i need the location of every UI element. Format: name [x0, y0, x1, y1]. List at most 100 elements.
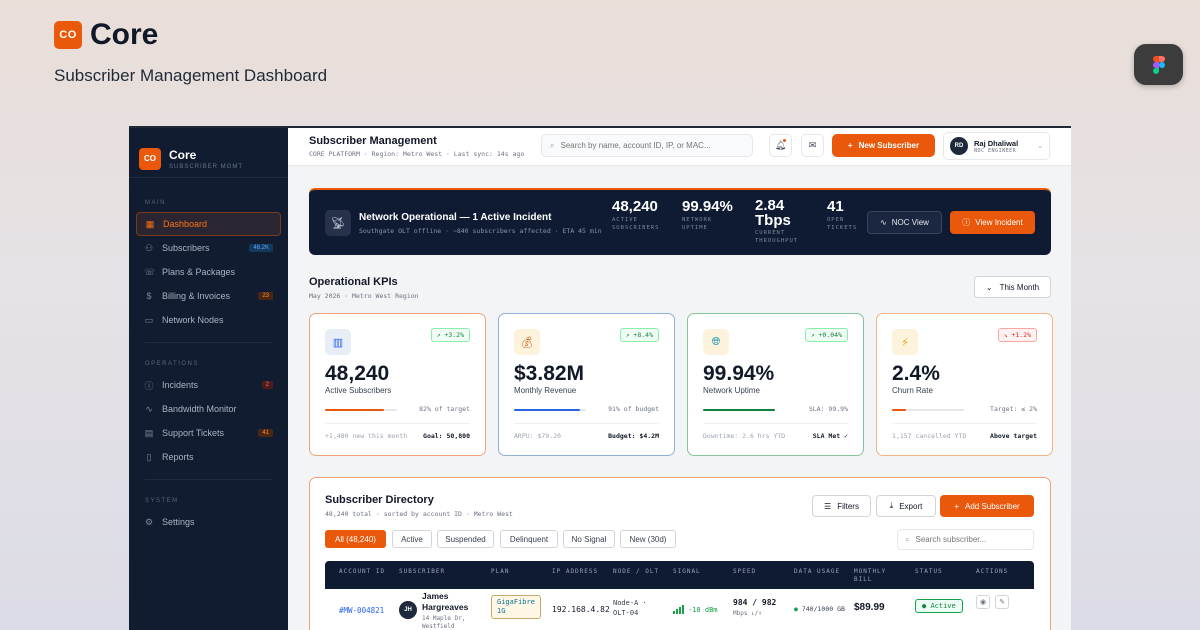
kpi-title: Operational KPIs: [309, 276, 398, 288]
node-olt: Node-A · OLT-04: [613, 599, 647, 617]
kpi-card-churn[interactable]: ⚡︎ ↘ +1.2% 2.4% Churn Rate Target: ≤ 2% …: [876, 313, 1053, 456]
kpi-subtitle: May 2026 · Metro West Region: [309, 292, 419, 300]
chevron-down-icon: ⌄: [985, 282, 993, 292]
stat-value: 48,240: [612, 198, 658, 215]
search-icon: ⌕: [905, 534, 910, 544]
grid-icon: ▦: [145, 218, 155, 229]
messages-button[interactable]: ✉: [801, 134, 824, 157]
banner-subtitle: Southgate OLT offline · ~840 subscribers…: [359, 227, 602, 235]
filters-button[interactable]: ☰ Filters: [812, 495, 871, 517]
chevron-down-icon: ⌄: [1037, 143, 1043, 150]
notifications-button[interactable]: 🔔︎: [769, 134, 792, 157]
kpi-progress-fill: [703, 409, 775, 411]
chart-icon: ▥: [325, 329, 351, 355]
figma-icon: [1152, 55, 1165, 74]
filter-chip-suspended[interactable]: Suspended: [437, 530, 494, 548]
directory-search-input[interactable]: [915, 535, 1016, 544]
sidebar: CO Core SUBSCRIBER MGMT MAIN ▦ Dashboard…: [129, 128, 288, 630]
edit-button[interactable]: ✎: [995, 595, 1009, 609]
banner-stat-uptime: 99.94% NETWORK UPTIME: [682, 198, 733, 232]
table-row[interactable]: #MW-004821 JH James Hargreaves 14 Maple …: [325, 589, 1034, 630]
new-subscriber-button[interactable]: + New Subscriber: [832, 134, 935, 157]
money-bag-icon: 💰︎: [514, 329, 540, 355]
figma-button[interactable]: [1134, 44, 1183, 85]
sidebar-item-incidents[interactable]: ⓘ Incidents 2: [136, 373, 281, 397]
network-status-banner: 📡︎ Network Operational — 1 Active Incide…: [309, 188, 1051, 255]
stat-label: CURRENT THROUGHPUT: [755, 230, 799, 244]
global-search-input[interactable]: [560, 141, 731, 150]
sidebar-item-bandwidth-monitor[interactable]: ∿ Bandwidth Monitor: [136, 397, 281, 421]
sidebar-title: Core: [169, 147, 197, 162]
sidebar-divider: [145, 342, 272, 343]
kpi-card-revenue[interactable]: 💰︎ ↗ +8.4% $3.82M Monthly Revenue 91% of…: [498, 313, 675, 456]
usage-value: 740/1000 GB: [801, 605, 845, 613]
export-button[interactable]: ⤓ Export: [876, 495, 936, 517]
column-header[interactable]: STATUS: [915, 568, 943, 576]
kpi-delta: ↘ +1.2%: [997, 328, 1037, 342]
kpi-progress-fill: [514, 409, 580, 411]
kpi-card-subscribers[interactable]: ▥ ↗ +3.2% 48,240 Active Subscribers 82% …: [309, 313, 486, 456]
plan-badge: GigaFibre 1G: [491, 595, 541, 619]
column-header[interactable]: ACTIONS: [976, 568, 1008, 576]
column-header[interactable]: SPEED: [733, 568, 756, 576]
noc-view-button[interactable]: ∿ NOC View: [867, 211, 942, 234]
stat-value: 99.94%: [682, 198, 733, 215]
kpi-card-uptime[interactable]: 🌐︎ ↗ +0.04% 99.94% Network Uptime SLA: 9…: [687, 313, 864, 456]
sidebar-item-subscribers[interactable]: ⚇ Subscribers 48.2K: [136, 236, 281, 260]
view-incident-button[interactable]: ⓘ View Incident: [950, 211, 1035, 234]
filter-chip-new[interactable]: New (30d): [620, 530, 676, 548]
filter-chip-all[interactable]: All (48,240): [325, 530, 386, 548]
stat-label: OPEN TICKETS: [827, 217, 858, 231]
column-header[interactable]: SUBSCRIBER: [399, 568, 445, 576]
subscriber-name[interactable]: James Hargreaves: [422, 591, 468, 613]
sidebar-header: CO Core SUBSCRIBER MGMT: [129, 128, 288, 178]
column-header[interactable]: ACCOUNT ID: [339, 568, 385, 576]
kpi-progress-bar: [703, 409, 775, 411]
column-header[interactable]: PLAN: [491, 568, 509, 576]
column-header[interactable]: DATA USAGE: [794, 568, 840, 576]
sidebar-item-reports[interactable]: ▯ Reports: [136, 445, 281, 469]
kpi-progress-bar: [514, 409, 586, 411]
status-label: Active: [930, 602, 956, 610]
kpi-footnote-right: Budget: $4.2M: [608, 432, 659, 440]
stat-value: 2.84 Tbps: [755, 197, 791, 229]
sidebar-item-plans[interactable]: ☏ Plans & Packages: [136, 260, 281, 284]
view-button[interactable]: ◉: [976, 595, 990, 609]
kpi-label: Monthly Revenue: [514, 386, 577, 395]
add-subscriber-button[interactable]: + Add Subscriber: [940, 495, 1034, 517]
kpi-progress-bar: [325, 409, 397, 411]
plus-icon: +: [954, 501, 959, 511]
kpi-label: Churn Rate: [892, 386, 933, 395]
sidebar-item-settings[interactable]: ⚙ Settings: [136, 510, 281, 534]
table-header: ACCOUNT ID SUBSCRIBER PLAN IP ADDRESS NO…: [325, 561, 1034, 589]
column-header[interactable]: MONTHLY BILL: [854, 568, 886, 584]
user-menu[interactable]: RD Raj Dhaliwal NOC ENGINEER ⌄: [943, 132, 1050, 160]
page-subtitle: Subscriber Management Dashboard: [54, 66, 328, 85]
banner-stat-throughput: 2.84 Tbps CURRENT THROUGHPUT: [755, 198, 815, 245]
sidebar-item-label: Support Tickets: [162, 428, 225, 438]
data-usage: ● 740/1000 GB: [794, 605, 845, 613]
global-search[interactable]: ⌕: [541, 134, 753, 157]
filter-chip-delinquent[interactable]: Delinquent: [500, 530, 558, 548]
filter-icon: ☰: [824, 501, 832, 511]
directory-search[interactable]: ⌕: [897, 529, 1034, 550]
ticket-icon: ▤: [144, 427, 154, 438]
sidebar-item-billing[interactable]: $ Billing & Invoices 23: [136, 284, 281, 308]
sidebar-logo-badge: CO: [139, 147, 161, 170]
column-header[interactable]: IP ADDRESS: [552, 568, 598, 576]
filter-chip-no-signal[interactable]: No Signal: [563, 530, 615, 548]
sidebar-item-label: Subscribers: [162, 243, 210, 253]
kpi-footnote-right: Goal: 50,800: [423, 432, 470, 440]
period-select[interactable]: ⌄ This Month: [974, 276, 1051, 298]
kpi-footnote: Downtime: 2.6 hrs YTD: [703, 432, 786, 440]
column-header[interactable]: SIGNAL: [673, 568, 701, 576]
column-header[interactable]: NODE / OLT: [613, 568, 659, 576]
filter-chip-active[interactable]: Active: [392, 530, 432, 548]
sidebar-item-support-tickets[interactable]: ▤ Support Tickets 41: [136, 421, 281, 445]
sidebar-item-dashboard[interactable]: ▦ Dashboard: [136, 212, 281, 236]
app-window: CO Core SUBSCRIBER MGMT MAIN ▦ Dashboard…: [129, 126, 1071, 630]
sidebar-item-network-nodes[interactable]: ▭ Network Nodes: [136, 308, 281, 332]
bolt-icon: ⚡︎: [892, 329, 918, 355]
account-id-link[interactable]: #MW-004821: [339, 606, 384, 615]
count-badge: 2: [261, 381, 273, 389]
